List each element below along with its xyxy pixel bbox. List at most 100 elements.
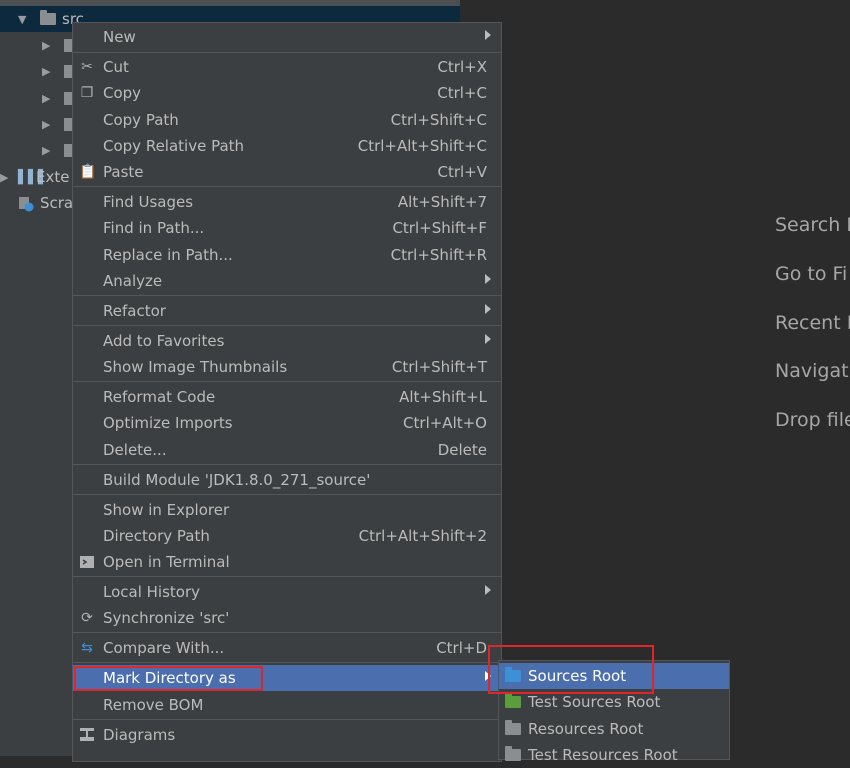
editor-hint: Drop file [775, 409, 850, 431]
submenu-arrow-icon [485, 274, 491, 284]
menu-separator [73, 576, 501, 577]
menu-item-find-in-path[interactable]: Find in Path... Ctrl+Shift+F [73, 215, 501, 241]
menu-item-find-usages[interactable]: Find Usages Alt+Shift+7 [73, 189, 501, 215]
menu-item-delete[interactable]: Delete... Delete [73, 437, 501, 463]
menu-item-label: Replace in Path... [103, 246, 233, 264]
menu-separator [73, 295, 501, 296]
menu-item-open-in-terminal[interactable]: Open in Terminal [73, 549, 501, 575]
menu-separator [73, 325, 501, 326]
menu-item-optimize-imports[interactable]: Optimize Imports Ctrl+Alt+O [73, 410, 501, 436]
submenu-arrow-icon [485, 304, 491, 314]
menu-item-copy-relative-path[interactable]: Copy Relative Path Ctrl+Alt+Shift+C [73, 133, 501, 159]
editor-hint: Navigat [775, 360, 849, 382]
menu-item-label: Local History [103, 583, 201, 601]
menu-separator [73, 186, 501, 187]
menu-item-copy-path[interactable]: Copy Path Ctrl+Shift+C [73, 107, 501, 133]
menu-item-show-image-thumbnails[interactable]: Show Image Thumbnails Ctrl+Shift+T [73, 354, 501, 380]
menu-item-build-module[interactable]: Build Module 'JDK1.8.0_271_source' [73, 467, 501, 493]
menu-item-label: Add to Favorites [103, 332, 225, 350]
menu-separator [73, 464, 501, 465]
menu-separator [73, 632, 501, 633]
submenu-arrow-icon [485, 585, 491, 595]
tree-node-child[interactable]: ▶ [42, 32, 72, 58]
menu-item-label: New [103, 28, 136, 46]
submenu-arrow-icon [485, 334, 491, 344]
diagram-icon [79, 727, 95, 743]
menu-item-shortcut: Alt+Shift+L [399, 388, 487, 406]
menu-item-cut[interactable]: ✂ Cut Ctrl+X [73, 54, 501, 80]
editor-hint: Go to Fi [775, 263, 848, 285]
menu-item-synchronize[interactable]: ⟳ Synchronize 'src' [73, 605, 501, 631]
menu-item-reformat-code[interactable]: Reformat Code Alt+Shift+L [73, 384, 501, 410]
tree-node-external-libraries[interactable]: ▶ ▌▌▌ Exte [0, 164, 69, 190]
submenu-item-label: Resources Root [528, 720, 644, 738]
package-icon [64, 143, 72, 157]
menu-item-show-in-explorer[interactable]: Show in Explorer [73, 497, 501, 523]
chevron-right-icon[interactable]: ▶ [42, 144, 56, 157]
menu-item-copy[interactable]: ❐ Copy Ctrl+C [73, 80, 501, 106]
sync-icon: ⟳ [81, 610, 93, 626]
context-menu: New ✂ Cut Ctrl+X ❐ Copy Ctrl+C Copy Path… [72, 22, 502, 762]
menu-item-label: Remove BOM [103, 696, 204, 714]
scissors-icon: ✂ [81, 59, 93, 75]
menu-separator [73, 52, 501, 53]
menu-item-label: Show Image Thumbnails [103, 358, 288, 376]
package-icon [64, 64, 72, 78]
scratch-icon [18, 196, 34, 212]
menu-separator [73, 662, 501, 663]
chevron-right-icon[interactable]: ▶ [42, 65, 56, 78]
annotation-highlight-box [74, 666, 263, 691]
menu-item-label: Paste [103, 163, 144, 181]
menu-item-label: Cut [103, 58, 129, 76]
menu-item-shortcut: Alt+Shift+7 [397, 193, 487, 211]
chevron-right-icon[interactable]: ▶ [42, 92, 56, 105]
menu-item-label: Open in Terminal [103, 553, 230, 571]
menu-item-label: Optimize Imports [103, 414, 233, 432]
menu-item-compare-with[interactable]: ⇆ Compare With... Ctrl+D [73, 635, 501, 661]
editor-area: Search E Go to Fi Recent F Navigat Drop … [460, 0, 850, 756]
menu-item-directory-path[interactable]: Directory Path Ctrl+Alt+Shift+2 [73, 523, 501, 549]
compare-icon: ⇆ [81, 640, 93, 656]
tree-node-child[interactable]: ▶ [42, 85, 72, 111]
menu-item-label: Build Module 'JDK1.8.0_271_source' [103, 471, 371, 489]
chevron-right-icon[interactable]: ▶ [42, 118, 56, 131]
menu-item-local-history[interactable]: Local History [73, 579, 501, 605]
menu-item-paste[interactable]: 📋 Paste Ctrl+V [73, 159, 501, 185]
menu-item-analyze[interactable]: Analyze [73, 268, 501, 294]
library-icon: ▌▌▌ [18, 169, 48, 185]
menu-item-shortcut: Ctrl+Alt+Shift+C [357, 137, 487, 155]
menu-item-label: Analyze [103, 272, 163, 290]
menu-item-label: Find Usages [103, 193, 194, 211]
menu-item-new[interactable]: New [73, 24, 501, 50]
chevron-right-icon[interactable]: ▶ [42, 39, 56, 52]
folder-icon [40, 10, 56, 25]
submenu-item-test-resources-root[interactable]: Test Resources Root [499, 742, 729, 768]
tree-node-child[interactable]: ▶ [42, 58, 72, 84]
menu-item-add-to-favorites[interactable]: Add to Favorites [73, 328, 501, 354]
menu-item-shortcut: Ctrl+V [437, 163, 487, 181]
chevron-down-icon[interactable]: ▼ [18, 13, 32, 26]
menu-item-shortcut: Delete [437, 441, 487, 459]
copy-icon: ❐ [80, 85, 94, 101]
test-resources-folder-icon [505, 746, 521, 761]
menu-item-replace-in-path[interactable]: Replace in Path... Ctrl+Shift+R [73, 242, 501, 268]
package-icon [64, 91, 72, 105]
menu-item-shortcut: Ctrl+Shift+F [392, 219, 487, 237]
tree-node-label: Exte [36, 168, 70, 186]
menu-item-diagrams[interactable]: Diagrams [73, 722, 501, 748]
test-sources-folder-icon [505, 693, 521, 708]
tree-node-child[interactable]: ▶ [42, 137, 72, 163]
menu-item-refactor[interactable]: Refactor [73, 298, 501, 324]
menu-item-label: Refactor [103, 302, 166, 320]
menu-item-shortcut: Ctrl+Shift+T [391, 358, 487, 376]
tree-node-scratches[interactable]: Scra [18, 190, 73, 216]
tree-node-child[interactable]: ▶ [42, 111, 72, 137]
submenu-item-label: Test Sources Root [528, 693, 661, 711]
editor-hint: Recent F [775, 312, 850, 334]
submenu-arrow-icon [485, 30, 491, 40]
menu-item-label: Compare With... [103, 639, 225, 657]
submenu-item-resources-root[interactable]: Resources Root [499, 716, 729, 742]
chevron-right-icon[interactable]: ▶ [0, 171, 14, 184]
menu-item-remove-bom[interactable]: Remove BOM [73, 692, 501, 718]
menu-item-shortcut: Ctrl+C [437, 84, 487, 102]
